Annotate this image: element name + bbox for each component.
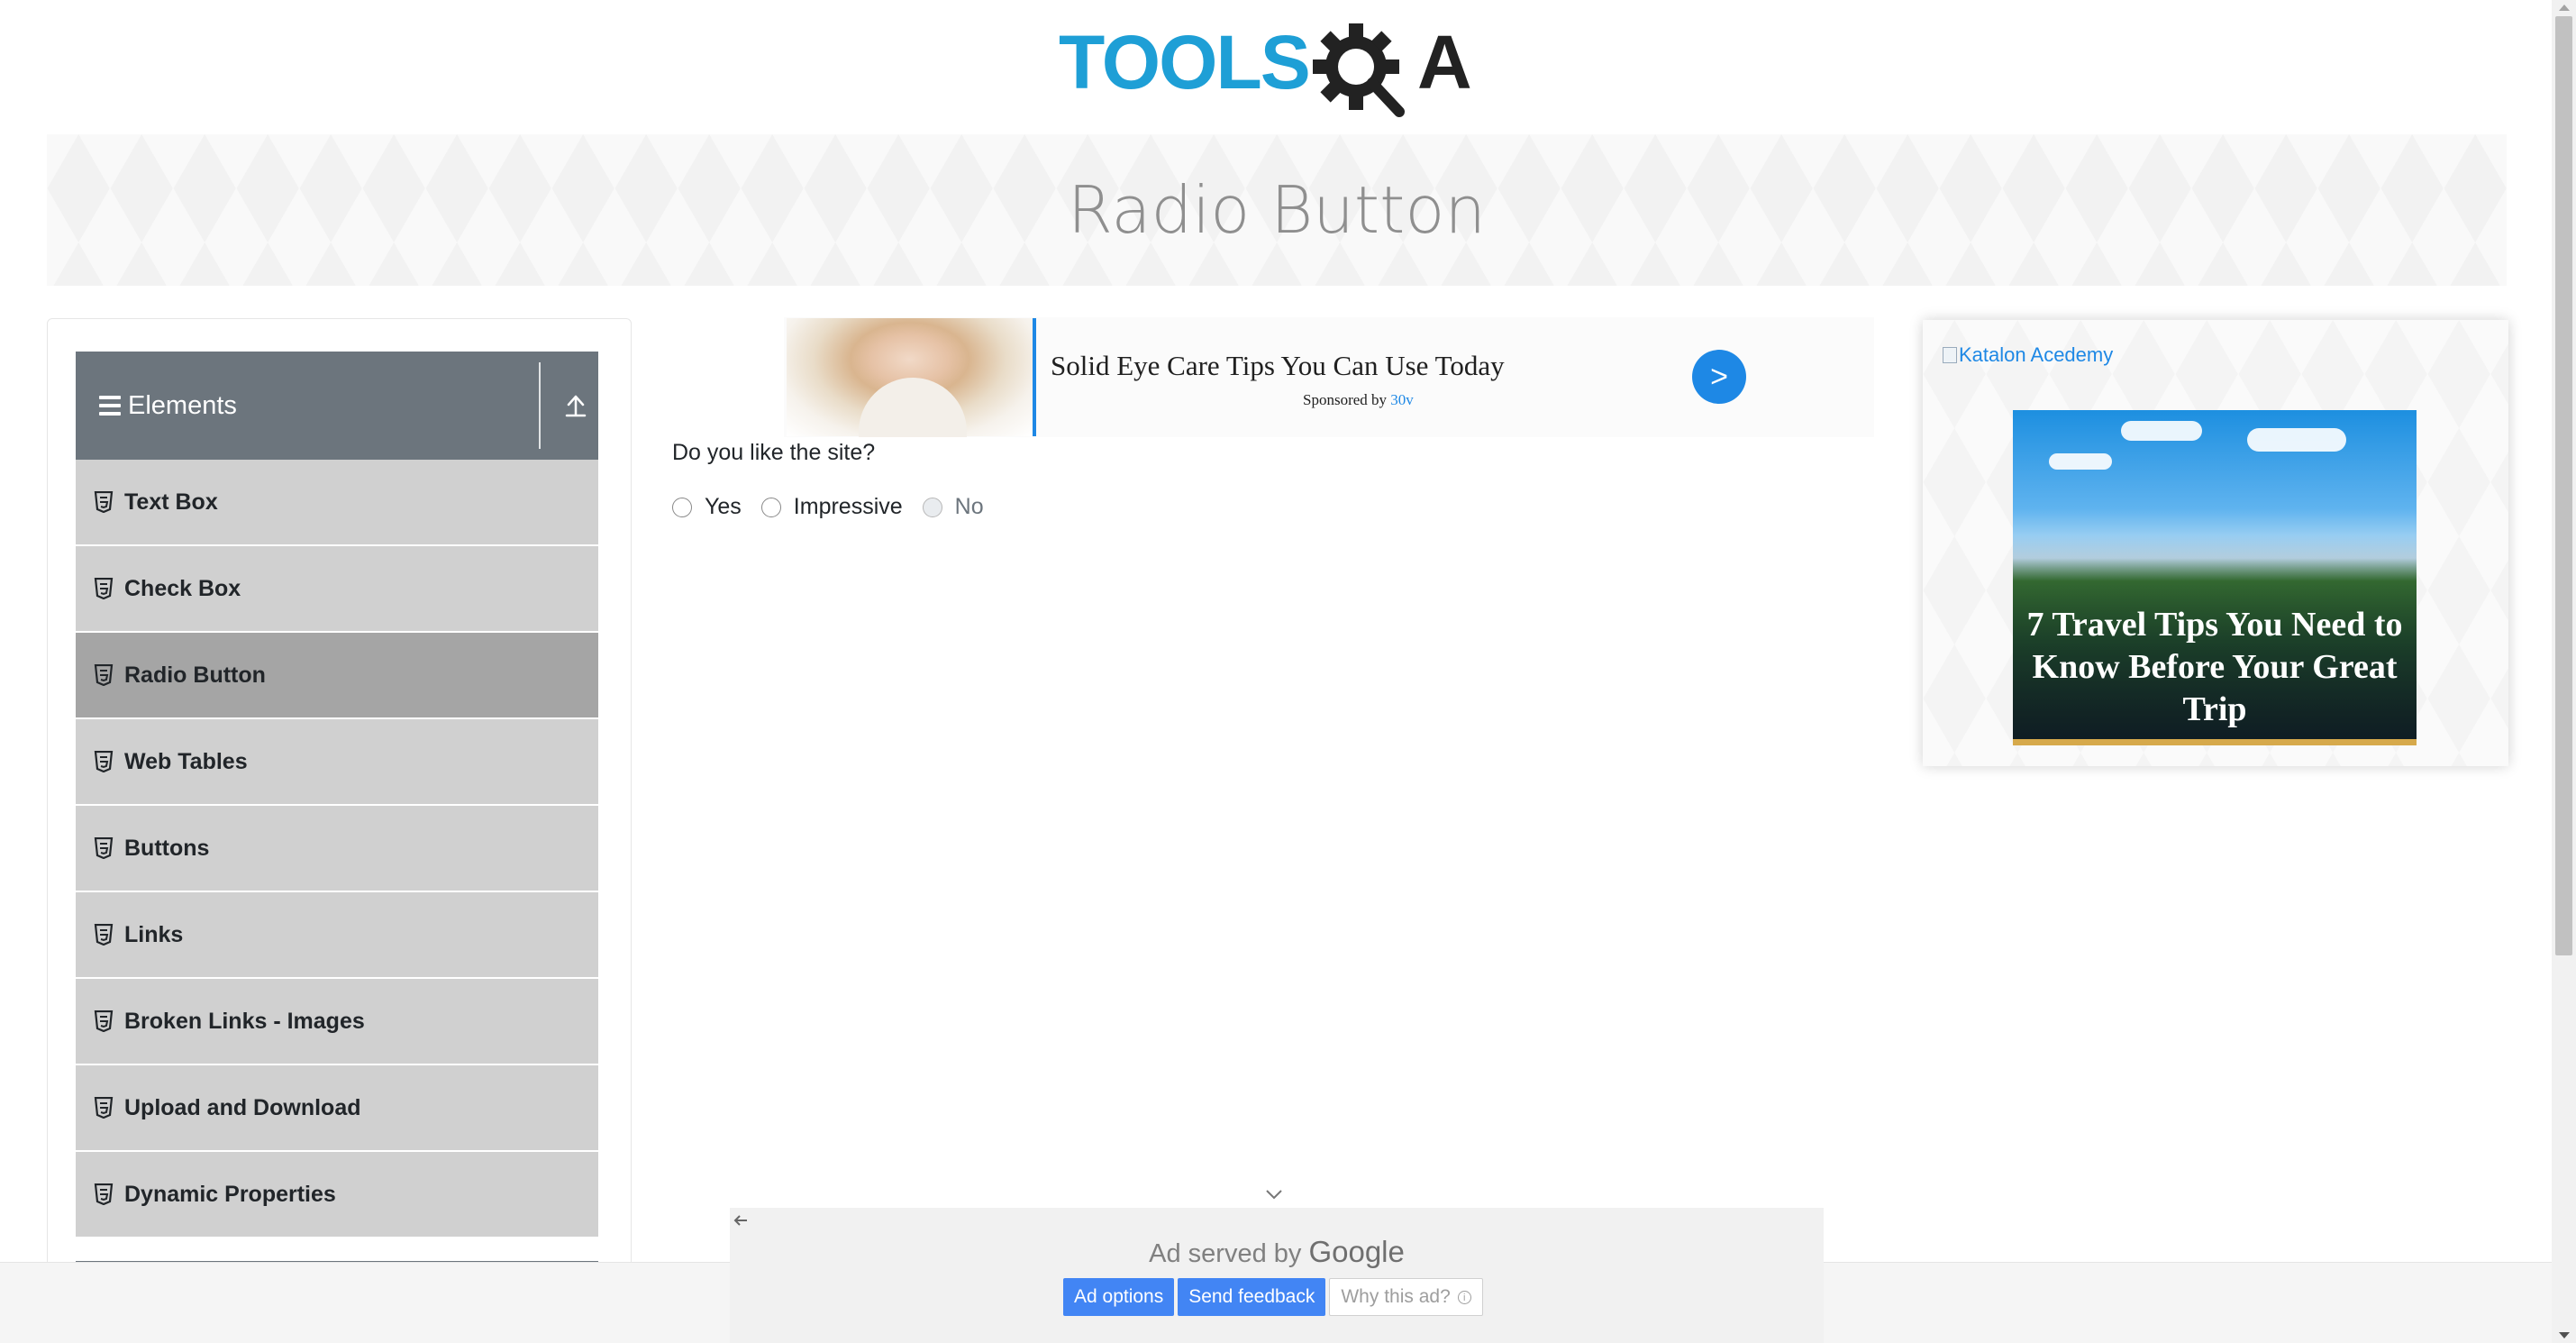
info-icon: i <box>1457 1290 1471 1304</box>
ad-accent-bar <box>1033 318 1036 436</box>
why-this-ad-button[interactable]: Why this ad? i <box>1329 1278 1483 1316</box>
sidebar-item-web-tables[interactable]: Web Tables <box>76 719 598 806</box>
ad-go-button[interactable]: > <box>1692 350 1746 404</box>
html5-icon <box>94 1010 114 1032</box>
sidebar-item-label: Check Box <box>124 575 241 601</box>
sidebar-item-check-box[interactable]: Check Box <box>76 546 598 633</box>
sidebar-item-links[interactable]: Links <box>76 892 598 979</box>
served-by-text: Ad served by <box>1149 1239 1302 1268</box>
ad-sponsor-name[interactable]: 30v <box>1390 391 1414 408</box>
why-this-ad-label: Why this ad? <box>1341 1286 1451 1307</box>
ad-served-by: Ad served by Google <box>730 1235 1824 1269</box>
radio-option-no: No <box>922 494 984 520</box>
radio-impressive-label[interactable]: Impressive <box>794 494 903 520</box>
travel-ad-image[interactable]: 7 Travel Tips You Need to Know Before Yo… <box>2013 410 2417 745</box>
send-feedback-button[interactable]: Send feedback <box>1178 1278 1326 1316</box>
page-title: Radio Button <box>1067 172 1487 248</box>
toolsqa-logo[interactable]: TOOLS A <box>1059 20 1500 121</box>
chevron-down-icon[interactable] <box>1263 1186 1285 1202</box>
scrollbar-thumb[interactable] <box>2555 16 2572 955</box>
html5-icon <box>94 924 114 946</box>
html5-icon <box>94 751 114 772</box>
page-banner: Radio Button <box>47 134 2507 286</box>
header-divider <box>539 362 541 449</box>
top-advertisement[interactable]: Solid Eye Care Tips You Can Use Today Sp… <box>784 317 1874 437</box>
sidebar-item-label: Web Tables <box>124 748 248 774</box>
sidebar-item-label: Links <box>124 921 184 947</box>
ad-options-button[interactable]: Ad options <box>1063 1278 1175 1316</box>
sidebar-item-dynamic-properties[interactable]: Dynamic Properties <box>76 1152 598 1238</box>
ad-image[interactable] <box>787 318 1033 437</box>
svg-text:A: A <box>1417 20 1472 105</box>
google-ad-panel: Ad served by Google Ad options Send feed… <box>730 1208 1824 1343</box>
google-ad-buttons: Ad options Send feedback Why this ad? i <box>1063 1278 1483 1316</box>
broken-image-icon <box>1943 347 1957 363</box>
sidebar-group-label: Elements <box>128 390 237 420</box>
sidebar-item-label: Upload and Download <box>124 1094 361 1120</box>
radio-impressive[interactable] <box>760 497 781 517</box>
side-advertisement[interactable]: Katalon Acedemy 7 Travel Tips You Need t… <box>1923 320 2508 766</box>
sidebar-item-label: Text Box <box>124 489 218 515</box>
radio-option-yes[interactable]: Yes <box>672 494 742 520</box>
page-scrollbar[interactable] <box>2552 0 2576 1343</box>
sidebar-item-buttons[interactable]: Buttons <box>76 806 598 892</box>
svg-text:TOOLS: TOOLS <box>1059 20 1309 105</box>
html5-icon <box>94 664 114 686</box>
html5-icon <box>94 837 114 859</box>
sidebar-group-elements[interactable]: Elements <box>76 352 598 460</box>
radio-yes[interactable] <box>672 497 692 517</box>
hamburger-icon <box>99 396 121 416</box>
katalon-alt-text[interactable]: Katalon Acedemy <box>1959 343 2113 367</box>
radio-group: Yes Impressive No <box>672 494 1004 520</box>
katalon-ad-link[interactable]: Katalon Acedemy <box>1943 343 2113 367</box>
sidebar-item-label: Dynamic Properties <box>124 1181 336 1207</box>
google-wordmark: Google <box>1308 1235 1405 1268</box>
radio-yes-label[interactable]: Yes <box>705 494 742 520</box>
sidebar-item-upload-and-download[interactable]: Upload and Download <box>76 1065 598 1152</box>
radio-no <box>922 497 942 517</box>
html5-icon <box>94 578 114 599</box>
html5-icon <box>94 1097 114 1119</box>
sidebar-item-label: Radio Button <box>124 662 266 688</box>
sidebar-item-label: Buttons <box>124 835 210 861</box>
collapse-arrow-icon[interactable] <box>562 388 589 424</box>
sidebar-item-label: Broken Links - Images <box>124 1008 365 1034</box>
html5-icon <box>94 1183 114 1205</box>
radio-question: Do you like the site? <box>672 440 876 465</box>
ad-headline[interactable]: Solid Eye Care Tips You Can Use Today <box>1051 350 1505 382</box>
sidebar-item-radio-button[interactable]: Radio Button <box>76 633 598 719</box>
scroll-up-icon[interactable] <box>2559 5 2570 11</box>
back-arrow-icon[interactable] <box>732 1212 750 1229</box>
radio-no-label: No <box>954 494 984 519</box>
ad-sponsor-line: Sponsored by 30v <box>1303 391 1414 409</box>
ad-sponsored-prefix: Sponsored by <box>1303 391 1388 408</box>
travel-ad-caption[interactable]: 7 Travel Tips You Need to Know Before Yo… <box>2013 604 2417 731</box>
sidebar-item-broken-links-images[interactable]: Broken Links - Images <box>76 979 598 1065</box>
sidebar-menu: Text Box Check Box Radio Button Web Tabl… <box>76 460 598 1238</box>
scroll-down-icon[interactable] <box>2559 1332 2570 1338</box>
sidebar-item-text-box[interactable]: Text Box <box>76 460 598 546</box>
radio-option-impressive[interactable]: Impressive <box>760 494 903 520</box>
html5-icon <box>94 491 114 513</box>
